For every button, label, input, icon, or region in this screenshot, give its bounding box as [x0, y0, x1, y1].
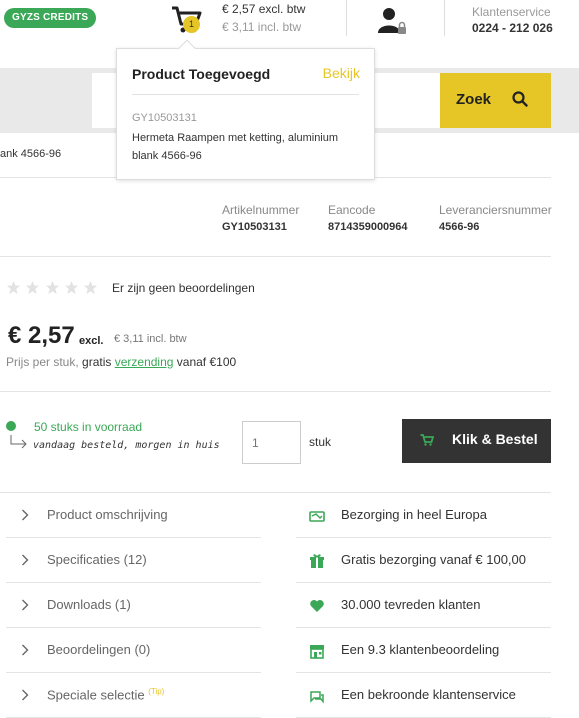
popup-title: Product Toegevoegd — [132, 66, 271, 82]
gratis-label: gratis — [82, 355, 112, 369]
chat-icon — [310, 691, 324, 704]
view-cart-link[interactable]: Bekijk — [323, 65, 360, 81]
popup-product-name[interactable]: Hermeta Raampen met ketting, aluminium b… — [132, 129, 357, 165]
search-button[interactable]: Zoek — [440, 73, 551, 128]
search-button-label: Zoek — [456, 91, 492, 108]
gift-icon — [310, 554, 324, 568]
chevron-right-icon — [22, 554, 29, 566]
add-to-cart-button[interactable]: Klik & Bestel — [402, 419, 551, 463]
cart-count-badge: 1 — [183, 16, 200, 33]
price-incl: € 3,11 incl. btw — [114, 333, 187, 345]
accordion-label: Beoordelingen (0) — [47, 642, 151, 657]
usp-label: Gratis bezorging vanaf € 100,00 — [341, 552, 527, 567]
accordion-specifications[interactable]: Specificaties (12) — [6, 538, 261, 583]
star-icon — [84, 280, 98, 295]
add-to-cart-label: Klik & Bestel — [452, 431, 538, 447]
chevron-right-icon — [22, 599, 29, 611]
stock-status: 50 stuks in voorraad — [34, 420, 143, 434]
spec-label: Eancode — [328, 203, 376, 217]
heart-icon — [310, 600, 324, 612]
shipping-threshold: vanaf €100 — [176, 355, 237, 369]
shipping-link[interactable]: verzending — [115, 355, 174, 369]
quantity-input[interactable] — [242, 421, 301, 464]
spec-value: 4566-96 — [439, 221, 480, 233]
rating-stars[interactable] — [6, 280, 99, 298]
cart-prices[interactable]: € 2,57 excl. btw € 3,11 incl. btw — [222, 0, 305, 36]
usp-item: Een 9.3 klantenbeoordeling — [296, 628, 551, 673]
star-icon — [45, 280, 59, 295]
accordion-label-text: Speciale selectie — [47, 687, 145, 703]
accordion-product-description[interactable]: Product omschrijving — [6, 493, 261, 538]
usp-item: Gratis bezorging vanaf € 100,00 — [296, 538, 551, 583]
chevron-right-icon — [22, 509, 29, 521]
credits-badge[interactable]: GYZS CREDITS — [4, 8, 97, 28]
accordion-reviews[interactable]: Beoordelingen (0) — [6, 628, 261, 673]
star-icon — [26, 280, 40, 295]
usp-label: Bezorging in heel Europa — [341, 507, 487, 522]
usp-item: Een bekroonde klantenservice — [296, 673, 551, 718]
star-icon — [64, 280, 79, 295]
service-label: Klantenservice — [472, 5, 551, 19]
popup-divider — [132, 94, 359, 95]
spec-supplier-number: Leveranciersnummer 4566-96 — [439, 202, 552, 236]
accordion-downloads[interactable]: Downloads (1) — [6, 583, 261, 628]
price-per-unit: Prijs per stuk, gratis verzending vanaf … — [6, 355, 236, 369]
star-icon — [6, 280, 21, 295]
popup-sku: GY10503131 — [132, 112, 197, 124]
usp-item: 30.000 tevreden klanten — [296, 583, 551, 628]
service-phone[interactable]: 0224 - 212 026 — [472, 20, 553, 36]
store-icon — [310, 645, 324, 659]
divider — [0, 391, 551, 392]
cart-price-excl: € 2,57 excl. btw — [222, 2, 306, 16]
chevron-right-icon — [22, 644, 29, 656]
usp-label: Een 9.3 klantenbeoordeling — [341, 642, 500, 657]
spec-label: Artikelnummer — [222, 203, 300, 217]
stock-status-dot — [6, 421, 16, 431]
delivery-icon — [309, 511, 325, 522]
return-arrow-icon — [10, 435, 27, 449]
usp-label: Een bekroonde klantenservice — [341, 687, 516, 702]
cart-icon — [420, 434, 434, 446]
accordion-label: Product omschrijving — [47, 507, 168, 522]
account-icon[interactable] — [375, 5, 411, 37]
usp-label: 30.000 tevreden klanten — [341, 597, 481, 612]
spec-article-number: Artikelnummer GY10503131 — [222, 202, 299, 236]
customer-service[interactable]: Klantenservice 0224 - 212 026 — [472, 4, 553, 36]
cart-price-incl: € 3,11 incl. btw — [222, 20, 302, 34]
spec-ean: Eancode 8714359000964 — [328, 202, 408, 236]
price-excl-label: excl. — [79, 335, 104, 347]
spec-value: GY10503131 — [222, 221, 287, 233]
per-unit-label: Prijs per stuk, — [6, 355, 79, 369]
tip-badge: (Tip) — [148, 687, 165, 696]
search-icon — [512, 91, 528, 107]
delivery-promise: vandaag besteld, morgen in huis — [33, 440, 220, 451]
cart-added-popup: Product Toegevoegd Bekijk GY10503131 Her… — [116, 39, 375, 180]
no-reviews-text[interactable]: Er zijn geen beoordelingen — [112, 281, 255, 295]
quantity-unit: stuk — [309, 435, 332, 449]
chevron-right-icon — [22, 689, 29, 701]
header-divider — [444, 0, 445, 36]
accordion-special-selection[interactable]: Speciale selectie (Tip) — [6, 673, 261, 718]
spec-label: Leveranciersnummer — [439, 203, 552, 217]
product-title-fragment: ank 4566-96 — [0, 148, 62, 160]
spec-value: 8714359000964 — [328, 221, 408, 233]
divider — [0, 256, 551, 257]
accordion-label: Specificaties (12) — [47, 552, 147, 567]
price-amount: € 2,57 — [8, 322, 75, 349]
accordion-label: Speciale selectie (Tip) — [47, 687, 164, 702]
header-divider — [346, 0, 347, 36]
accordion-label: Downloads (1) — [47, 597, 131, 612]
usp-item: Bezorging in heel Europa — [296, 493, 551, 538]
